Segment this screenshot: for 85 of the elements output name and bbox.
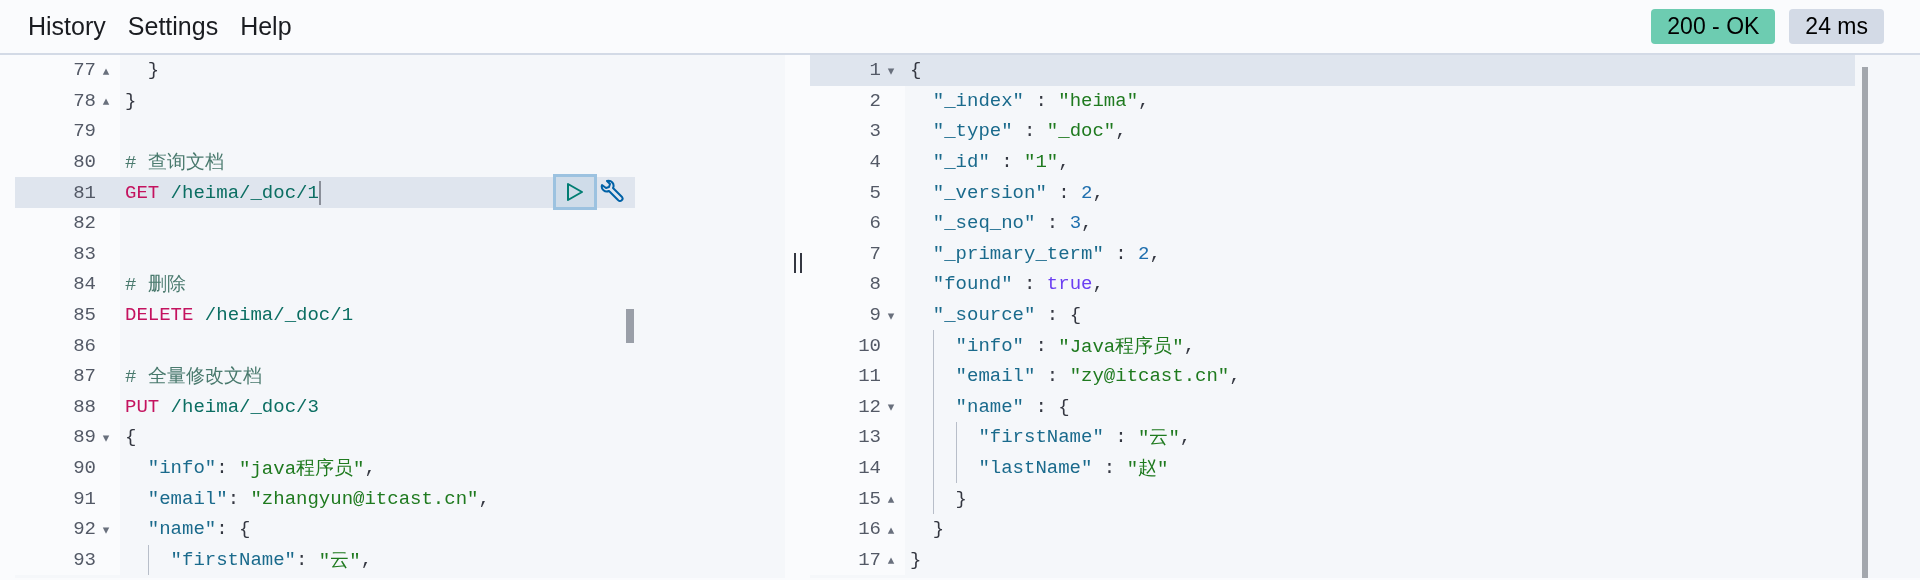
code-line: "firstName": "云", [170,547,373,573]
code-line: "firstName" : "云", [978,425,1192,451]
code-line: } [932,518,945,541]
line-number: 91 [73,487,96,510]
code-line: } [125,89,137,112]
code-line: # 全量修改文档 [125,365,262,390]
line-number: 87 [73,365,96,388]
line-number: 89 [73,426,96,449]
line-number: 3 [869,120,881,143]
code-line: DELETE /heima/_doc/1 [125,304,354,327]
fold-toggle[interactable]: ▾ [887,63,895,77]
code-line: GET /heima/_doc/1 [125,181,319,204]
code-line: } [955,487,967,510]
code-line: "_seq_no" : 3, [932,212,1093,235]
code-line: "_source" : { [932,304,1082,327]
time-badge: 24 ms [1789,9,1884,44]
line-number: 79 [73,120,96,143]
line-number: 92 [73,518,96,541]
line-number: 80 [73,151,96,174]
line-number: 81 [73,181,96,204]
fold-toggle[interactable]: ▾ [887,308,895,322]
line-number: 7 [869,242,881,265]
line-number: 2 [869,89,881,112]
fold-toggle[interactable]: ▴ [887,492,895,506]
line-number: 14 [858,457,881,479]
scrollbar-thumb[interactable] [1862,67,1868,578]
code-line: } [147,59,160,82]
fold-toggle[interactable]: ▾ [887,400,895,414]
line-number: 10 [858,334,881,357]
line-number: 84 [73,273,96,296]
code-line: "email": "zhangyun@itcast.cn", [147,487,490,510]
line-number: 5 [869,181,881,204]
line-number: 12 [858,395,881,418]
fold-toggle[interactable]: ▾ [102,430,110,444]
code-line: # 删除 [125,273,186,298]
fold-toggle[interactable]: ▴ [102,94,110,108]
line-number: 82 [73,212,96,235]
line-number: 15 [858,487,881,510]
status-badge: 200 - OK [1651,9,1776,44]
code-line: "name" : { [955,395,1070,418]
line-number: 86 [73,334,96,357]
line-number: 17 [858,548,881,571]
play-icon [566,182,584,203]
line-number: 16 [858,518,881,541]
line-number: 8 [869,273,881,296]
line-number: 4 [869,151,881,174]
code-line: { [125,426,137,449]
line-number: 90 [73,457,96,479]
code-line: "name": { [147,518,251,541]
code-line: "info" : "Java程序员", [955,333,1196,359]
code-line: "_primary_term" : 2, [932,242,1161,265]
code-line: # 查询文档 [125,151,224,176]
code-line: "_id" : "1", [932,151,1070,174]
line-number: 78 [73,89,96,112]
line-number: 6 [869,212,881,235]
menu-link[interactable]: Settings [119,8,227,45]
scrollbar-thumb[interactable] [626,309,634,343]
run-button[interactable] [553,174,597,211]
line-number: 11 [858,365,881,388]
code-line: "_version" : 2, [932,181,1104,204]
line-number: 85 [73,304,96,327]
line-number: 88 [73,395,96,418]
line-number: 83 [73,242,96,265]
code-line: "_type" : "_doc", [932,120,1127,143]
code-line: "_index" : "heima", [932,89,1150,112]
line-number: 93 [73,548,96,571]
code-line: "email" : "zy@itcast.cn", [955,365,1241,388]
menu-link[interactable]: Help [232,8,300,45]
line-number: 77 [73,59,96,82]
code-line: "lastName" : "赵" [978,456,1169,481]
fold-toggle[interactable]: ▴ [102,63,110,77]
line-number: 1 [869,59,881,82]
line-number: 9 [869,304,881,327]
code-line: "found" : true, [932,273,1104,296]
fold-toggle[interactable]: ▴ [887,553,895,567]
text-cursor [318,180,321,205]
code-line: { [910,59,922,82]
code-line: "info": "java程序员", [147,456,376,481]
line-number: 13 [858,426,881,449]
fold-toggle[interactable]: ▴ [887,522,895,536]
menu-link[interactable]: History [20,8,114,45]
resize-handle-icon[interactable] [793,253,802,273]
code-line: PUT /heima/_doc/3 [125,395,319,418]
fold-toggle[interactable]: ▾ [102,522,110,536]
code-line: } [910,548,922,571]
